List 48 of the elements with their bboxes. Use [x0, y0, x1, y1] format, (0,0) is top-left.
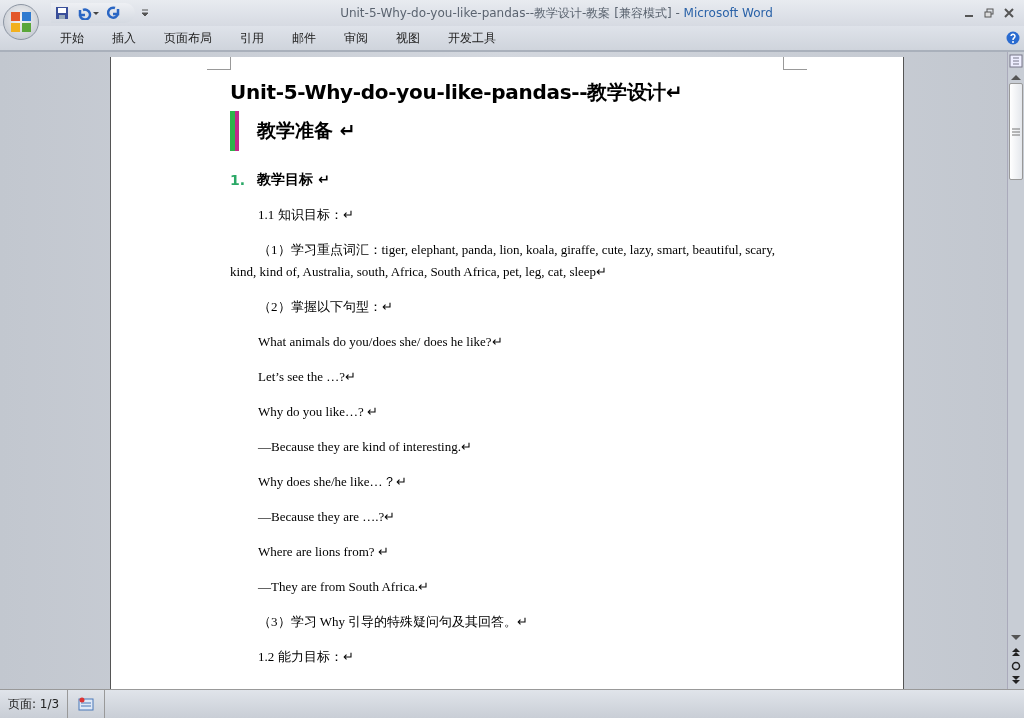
- customize-dropdown-icon[interactable]: [141, 9, 149, 17]
- page-indicator[interactable]: 页面: 1/3: [0, 690, 69, 718]
- ribbon-tab[interactable]: 引用: [226, 27, 278, 49]
- browse-object-icon[interactable]: [1011, 661, 1021, 671]
- ribbon-tab[interactable]: 插入: [98, 27, 150, 49]
- undo-icon[interactable]: [77, 6, 99, 20]
- ruler-toggle-icon[interactable]: [1009, 54, 1023, 68]
- section-heading: 教学准备 ↵: [257, 118, 356, 143]
- paragraph: （1）学习重点词汇：tiger, elephant, panda, lion, koala, giraffe, cute, lazy, smart, beautiful, scary, kind, kind of, Australia, south, Africa, South Africa, pet, leg, cat, sleep↵: [230, 241, 777, 281]
- previous-page-icon[interactable]: [1011, 647, 1021, 657]
- office-logo-icon: [10, 11, 32, 33]
- ribbon-tab[interactable]: 审阅: [330, 27, 382, 49]
- paragraph: （2）掌握以下句型：↵: [257, 298, 394, 316]
- restore-icon[interactable]: [984, 8, 994, 18]
- office-button[interactable]: [3, 4, 39, 40]
- paragraph: 1.2 能力目标：↵: [257, 648, 355, 666]
- paragraph: Where are lions from? ↵: [257, 543, 390, 561]
- paragraph: Why do you like…? ↵: [257, 403, 380, 421]
- list-number: 1.: [230, 172, 246, 188]
- ribbon-tab[interactable]: 开始: [46, 27, 98, 49]
- subheading: 教学目标 ↵: [257, 171, 330, 189]
- scroll-up-icon[interactable]: [1011, 74, 1021, 80]
- paragraph: Let’s see the …?↵: [257, 368, 357, 386]
- paragraph: —Because they are kind of interesting.↵: [257, 438, 473, 456]
- document-title: Unit-5-Why-do-you-like-pandas--教学设计↵: [230, 79, 684, 106]
- scrollbar-thumb[interactable]: [1009, 83, 1023, 180]
- next-page-icon[interactable]: [1011, 675, 1021, 685]
- paragraph: —They are from South Africa.↵: [257, 578, 430, 596]
- paragraph: —Because they are ….?↵: [257, 508, 397, 526]
- redo-icon[interactable]: [107, 6, 121, 20]
- paragraph: 1.1 知识目标：↵: [257, 206, 355, 224]
- paragraph: What animals do you/does she/ does he like?↵: [257, 333, 504, 351]
- document-status-icon[interactable]: [78, 697, 95, 711]
- window-title: Unit-5-Why-do-you-like-pandas--教学设计-教案 [兼容模式] - Microsoft Word: [339, 4, 774, 22]
- heading-marker-bar: [230, 111, 239, 151]
- save-icon[interactable]: [55, 6, 69, 20]
- ribbon-tab[interactable]: 视图: [382, 27, 434, 49]
- ribbon-tab[interactable]: 开发工具: [434, 27, 510, 49]
- help-icon[interactable]: [1006, 31, 1020, 45]
- ribbon-tab[interactable]: 页面布局: [150, 27, 226, 49]
- ribbon-tab[interactable]: 邮件: [278, 27, 330, 49]
- margin-corner-mark: [207, 57, 231, 70]
- scroll-down-icon[interactable]: [1011, 635, 1021, 641]
- grip-icon: [1012, 127, 1020, 136]
- paragraph: Why does she/he like…？↵: [257, 473, 408, 491]
- close-icon[interactable]: [1004, 8, 1014, 18]
- margin-corner-mark: [783, 57, 807, 70]
- paragraph: （3）学习 Why 引导的特殊疑问句及其回答。↵: [257, 613, 530, 631]
